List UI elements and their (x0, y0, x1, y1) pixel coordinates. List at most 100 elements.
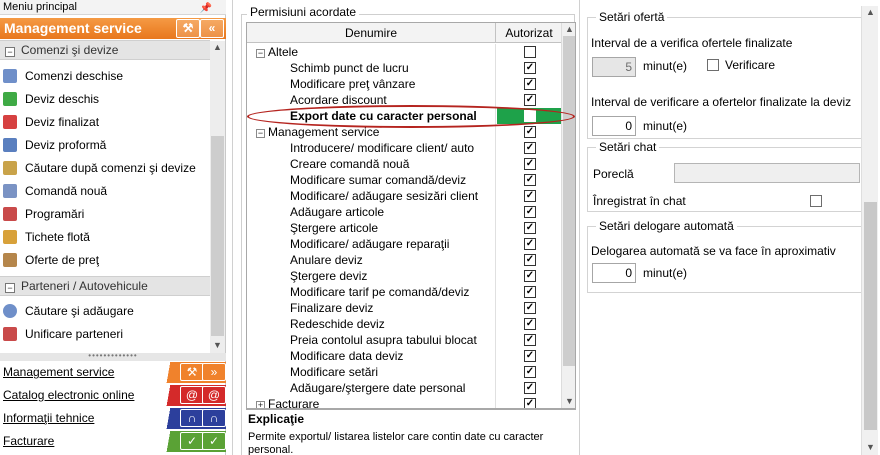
collapse-box-icon[interactable]: − (5, 283, 15, 293)
authorized-checkbox[interactable]: ✓ (524, 382, 536, 394)
scroll-down-icon[interactable]: ▼ (863, 441, 878, 454)
scroll-down-icon[interactable]: ▼ (210, 339, 225, 352)
invoice-icon: ✓ (180, 432, 204, 450)
permission-row[interactable]: Ştergere articole ✓ (247, 220, 561, 236)
permission-row[interactable]: Modificare setări ✓ (247, 364, 561, 380)
scroll-up-icon[interactable]: ▲ (210, 41, 225, 54)
nickname-input[interactable] (674, 163, 860, 183)
scroll-up-icon[interactable]: ▲ (562, 23, 575, 36)
authorized-checkbox[interactable]: ✓ (524, 302, 536, 314)
scroll-up-icon[interactable]: ▲ (863, 6, 878, 19)
group-parteneri[interactable]: − Parteneri / Autovehicule (0, 276, 210, 296)
authorized-checkbox[interactable]: ✓ (524, 206, 536, 218)
autologout-input[interactable]: 0 (592, 263, 636, 283)
nav-deviz-deschis[interactable]: Deviz deschis (2, 88, 208, 110)
authorized-checkbox[interactable]: ✓ (524, 350, 536, 362)
permission-row[interactable]: Preia contolul asupra tabului blocat ✓ (247, 332, 561, 348)
permission-row[interactable]: Modificare preţ vânzare ✓ (247, 76, 561, 92)
authorized-checkbox[interactable]: ✓ (524, 318, 536, 330)
permission-row[interactable]: Modificare tarif pe comandă/deviz ✓ (247, 284, 561, 300)
module-informatii-tehnice[interactable]: Informaţii tehnice ∩ ∩ (0, 408, 226, 429)
module-management-service[interactable]: Management service ⚒ » (0, 362, 226, 383)
permission-row[interactable]: Acordare discount ✓ (247, 92, 561, 108)
group-comenzi-devize[interactable]: − Comenzi şi devize (0, 40, 210, 60)
permission-row[interactable]: Redeschide deviz ✓ (247, 316, 561, 332)
nav-deviz-proforma[interactable]: Deviz proformă (2, 134, 208, 156)
collapse-icon[interactable]: − (256, 129, 265, 138)
permission-row[interactable]: Adăugare articole ✓ (247, 204, 561, 220)
nav-oferte-pret[interactable]: Oferte de preţ (2, 249, 208, 271)
authorized-checkbox[interactable]: ✓ (524, 286, 536, 298)
chat-registered-checkbox[interactable] (810, 195, 822, 207)
authorized-checkbox[interactable]: ✓ (524, 238, 536, 250)
permission-name-cell: Schimb punct de lucru (247, 60, 496, 76)
authorized-checkbox[interactable]: ✓ (524, 78, 536, 90)
permission-row[interactable]: Modificare/ adăugare reparaţii ✓ (247, 236, 561, 252)
settings-scrollbar[interactable]: ▲ ▼ (861, 6, 878, 455)
authorized-checkbox[interactable]: ✓ (524, 254, 536, 266)
settings-scroll-thumb[interactable] (864, 202, 877, 430)
scroll-down-icon[interactable]: ▼ (562, 395, 575, 408)
authorized-checkbox[interactable]: ✓ (524, 158, 536, 170)
permission-row[interactable]: Modificare sumar comandă/deviz ✓ (247, 172, 561, 188)
info-icon: ∩ (202, 409, 226, 427)
grid-scroll-thumb[interactable] (563, 36, 575, 366)
module-facturare[interactable]: Facturare ✓ ✓ (0, 431, 226, 452)
authorized-checkbox[interactable]: ✓ (524, 62, 536, 74)
permission-label: Modificare setări (290, 365, 379, 379)
module-catalog-electronic[interactable]: Catalog electronic online @ @ (0, 385, 226, 406)
permission-row[interactable]: Adăugare/ştergere date personal ✓ (247, 380, 561, 396)
authorized-checkbox[interactable]: ✓ (524, 94, 536, 106)
nav-comanda-noua[interactable]: Comandă nouă (2, 180, 208, 202)
nav-comenzi-deschise[interactable]: Comenzi deschise (2, 65, 208, 87)
authorized-checkbox[interactable]: ✓ (524, 126, 536, 138)
collapse-box-icon[interactable]: − (5, 47, 15, 57)
authorized-checkbox[interactable] (524, 46, 536, 58)
authorized-checkbox[interactable]: ✓ (524, 190, 536, 202)
permission-row[interactable]: Modificare/ adăugare sesizări client ✓ (247, 188, 561, 204)
authorized-checkbox[interactable]: ✓ (524, 222, 536, 234)
offer-deviz-interval-unit: minut(e) (643, 119, 688, 133)
verification-checkbox[interactable] (707, 59, 719, 71)
permission-label: Redeschide deviz (290, 317, 385, 331)
nav-programari[interactable]: Programări (2, 203, 208, 225)
permission-row[interactable]: Ştergere deviz ✓ (247, 268, 561, 284)
grid-scrollbar[interactable]: ▲ ▼ (561, 23, 575, 408)
permission-row[interactable]: Creare comandă nouă ✓ (247, 156, 561, 172)
panel-splitter[interactable]: ••••••••••••• (0, 352, 226, 361)
collapse-icon[interactable]: « (200, 19, 224, 38)
column-header-authorized[interactable]: Autorizat (497, 23, 561, 43)
authorized-checkbox[interactable]: ✓ (524, 398, 536, 408)
permission-group-row[interactable]: − Management service ✓ (247, 124, 561, 140)
permission-row[interactable]: Schimb punct de lucru ✓ (247, 60, 561, 76)
column-header-name[interactable]: Denumire (247, 23, 496, 43)
nav-cautare-adaugare-label: Căutare şi adăugare (25, 304, 134, 318)
nav-cautare-adaugare[interactable]: Căutare şi adăugare (2, 300, 208, 322)
authorized-checkbox[interactable] (524, 110, 536, 122)
permission-group-row[interactable]: − Altele (247, 44, 561, 60)
nav-tichete-flota[interactable]: Tichete flotă (2, 226, 208, 248)
authorized-checkbox[interactable]: ✓ (524, 270, 536, 282)
permission-row[interactable]: Finalizare deviz ✓ (247, 300, 561, 316)
wrench-icon: ⚒ (176, 19, 200, 38)
permission-row[interactable]: Anulare deviz ✓ (247, 252, 561, 268)
expand-icon[interactable]: + (256, 401, 265, 408)
authorized-checkbox[interactable]: ✓ (524, 174, 536, 186)
menu-scroll-thumb[interactable] (211, 136, 224, 336)
offer-deviz-interval-input[interactable]: 0 (592, 116, 636, 136)
authorized-checkbox[interactable]: ✓ (524, 366, 536, 378)
collapse-icon[interactable]: − (256, 49, 265, 58)
permission-row[interactable]: Introducere/ modificare client/ auto ✓ (247, 140, 561, 156)
permission-name-cell: Acordare discount (247, 92, 496, 108)
permission-group-row[interactable]: + Facturare ✓ (247, 396, 561, 408)
nav-deviz-finalizat[interactable]: Deviz finalizat (2, 111, 208, 133)
nav-unificare-parteneri[interactable]: Unificare parteneri (2, 323, 208, 345)
permission-row[interactable]: Export date cu caracter personal (247, 108, 561, 124)
offer-interval-input[interactable]: 5 (592, 57, 636, 77)
nav-cautare-comenzi[interactable]: Căutare după comenzi şi devize (2, 157, 208, 179)
permission-row[interactable]: Modificare data deviz ✓ (247, 348, 561, 364)
menu-scrollbar[interactable]: ▲ ▼ (210, 41, 225, 353)
pin-icon[interactable]: 📌 (200, 1, 212, 16)
authorized-checkbox[interactable]: ✓ (524, 142, 536, 154)
authorized-checkbox[interactable]: ✓ (524, 334, 536, 346)
